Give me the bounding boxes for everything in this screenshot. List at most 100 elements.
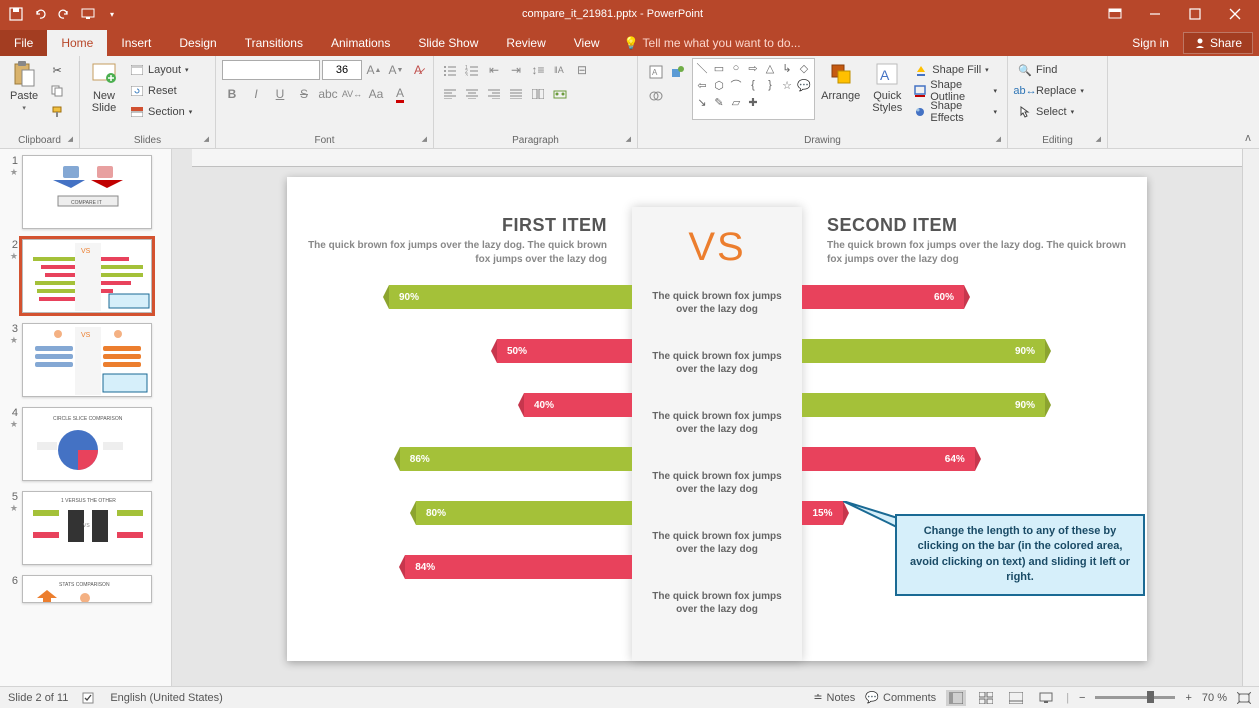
- shape-triangle-icon[interactable]: △: [763, 61, 777, 75]
- left-bar-2[interactable]: 50%: [497, 339, 632, 363]
- shape-connector-icon[interactable]: ↘: [695, 95, 709, 109]
- right-bar-3[interactable]: 90%: [802, 393, 1045, 417]
- zoom-level[interactable]: 70 %: [1202, 692, 1227, 704]
- shape-diamond-icon[interactable]: ◇: [797, 61, 811, 75]
- ribbon-options-icon[interactable]: [1097, 3, 1133, 25]
- zoom-thumb[interactable]: [1147, 691, 1154, 703]
- shape-brace2-icon[interactable]: }: [763, 78, 777, 92]
- shape-parallelogram-icon[interactable]: ▱: [729, 95, 743, 109]
- reset-button[interactable]: Reset: [128, 81, 194, 101]
- merge-shapes-button[interactable]: [646, 86, 666, 106]
- thumbnail-3[interactable]: 3★ VS: [4, 323, 167, 397]
- shape-hex-icon[interactable]: ⬡: [712, 78, 726, 92]
- thumbnail-5[interactable]: 5★ 1 VERSUS THE OTHERVS: [4, 491, 167, 565]
- right-bar-1[interactable]: 60%: [802, 285, 964, 309]
- zoom-in-button[interactable]: +: [1185, 692, 1191, 704]
- quick-styles-button[interactable]: A Quick Styles: [866, 58, 908, 116]
- increase-indent-button[interactable]: ⇥: [506, 60, 526, 80]
- start-from-beginning-icon[interactable]: [80, 6, 96, 22]
- thumbnail-2[interactable]: 2★ VS: [4, 239, 167, 313]
- shape-cross-icon[interactable]: ✚: [746, 95, 760, 109]
- font-color-button[interactable]: A: [390, 84, 410, 104]
- right-bar-2[interactable]: 90%: [802, 339, 1045, 363]
- shape-lconn-icon[interactable]: ↳: [780, 61, 794, 75]
- tab-slideshow[interactable]: Slide Show: [404, 30, 492, 56]
- maximize-icon[interactable]: [1177, 3, 1213, 25]
- tab-animations[interactable]: Animations: [317, 30, 404, 56]
- shape-freeform-icon[interactable]: ✎: [712, 95, 726, 109]
- save-icon[interactable]: [8, 6, 24, 22]
- collapse-ribbon-button[interactable]: ʌ: [1237, 56, 1259, 148]
- shrink-font-button[interactable]: A▼: [386, 60, 406, 80]
- thumbnail-1[interactable]: 1★ COMPARE IT: [4, 155, 167, 229]
- shape-arrow2-icon[interactable]: ⇦: [695, 78, 709, 92]
- left-bar-3[interactable]: 40%: [524, 393, 632, 417]
- notes-button[interactable]: ≐Notes: [813, 691, 855, 704]
- new-slide-button[interactable]: New Slide: [84, 58, 124, 116]
- numbering-button[interactable]: 123: [462, 60, 482, 80]
- center-label-1[interactable]: The quick brown fox jumps over the lazy …: [632, 280, 802, 326]
- slideshow-view-button[interactable]: [1036, 690, 1056, 706]
- bold-button[interactable]: B: [222, 84, 242, 104]
- bullets-button[interactable]: [440, 60, 460, 80]
- shapes-gallery[interactable]: ＼ ▭ ○ ⇨ △ ↳ ◇ ⇦ ⬡ ⌒ { } ☆ 💬 ↘ ✎ ▱ ✚: [692, 58, 815, 120]
- shape-callout-icon[interactable]: 💬: [797, 78, 811, 92]
- normal-view-button[interactable]: [946, 690, 966, 706]
- tab-review[interactable]: Review: [492, 30, 559, 56]
- thumbnail-4[interactable]: 4★ CIRCLE SLICE COMPARISON: [4, 407, 167, 481]
- tab-home[interactable]: Home: [47, 30, 107, 56]
- font-size-input[interactable]: [322, 60, 362, 80]
- align-right-button[interactable]: [484, 84, 504, 104]
- shapes-dropdown-button[interactable]: [668, 62, 688, 82]
- copy-button[interactable]: [48, 81, 66, 101]
- minimize-icon[interactable]: [1137, 3, 1173, 25]
- shape-star-icon[interactable]: ☆: [780, 78, 794, 92]
- left-bar-6[interactable]: 84%: [405, 555, 632, 579]
- vertical-scrollbar[interactable]: [1242, 149, 1259, 686]
- grow-font-button[interactable]: A▲: [364, 60, 384, 80]
- tab-view[interactable]: View: [560, 30, 614, 56]
- slide-counter[interactable]: Slide 2 of 11: [8, 692, 68, 704]
- redo-icon[interactable]: [56, 6, 72, 22]
- underline-button[interactable]: U: [270, 84, 290, 104]
- replace-button[interactable]: ab↔Replace▾: [1016, 81, 1086, 101]
- justify-button[interactable]: [506, 84, 526, 104]
- align-center-button[interactable]: [462, 84, 482, 104]
- left-bar-5[interactable]: 80%: [416, 501, 632, 525]
- right-bar-4[interactable]: 64%: [802, 447, 975, 471]
- sorter-view-button[interactable]: [976, 690, 996, 706]
- align-left-button[interactable]: [440, 84, 460, 104]
- zoom-out-button[interactable]: −: [1079, 692, 1085, 704]
- comments-button[interactable]: 💬Comments: [865, 691, 936, 704]
- format-painter-button[interactable]: [48, 102, 66, 122]
- tab-file[interactable]: File: [0, 30, 47, 56]
- center-label-4[interactable]: The quick brown fox jumps over the lazy …: [632, 460, 802, 506]
- tab-insert[interactable]: Insert: [107, 30, 165, 56]
- select-button[interactable]: Select▾: [1016, 102, 1086, 122]
- shape-oval-icon[interactable]: ○: [729, 61, 743, 75]
- center-label-2[interactable]: The quick brown fox jumps over the lazy …: [632, 340, 802, 386]
- language-status[interactable]: English (United States): [110, 692, 223, 704]
- decrease-indent-button[interactable]: ⇤: [484, 60, 504, 80]
- tab-design[interactable]: Design: [165, 30, 230, 56]
- first-item-header[interactable]: FIRST ITEM The quick brown fox jumps ove…: [307, 215, 607, 267]
- italic-button[interactable]: I: [246, 84, 266, 104]
- font-name-input[interactable]: [222, 60, 320, 80]
- right-bar-5[interactable]: 15%: [802, 501, 843, 525]
- reading-view-button[interactable]: [1006, 690, 1026, 706]
- qat-customize-icon[interactable]: ▾: [104, 6, 120, 22]
- text-direction-button[interactable]: ‖A: [550, 60, 570, 80]
- layout-button[interactable]: Layout▾: [128, 60, 194, 80]
- center-column[interactable]: VS The quick brown fox jumps over the la…: [632, 207, 802, 661]
- second-item-header[interactable]: SECOND ITEM The quick brown fox jumps ov…: [827, 215, 1127, 267]
- sign-in-link[interactable]: Sign in: [1118, 30, 1183, 56]
- section-button[interactable]: Section▾: [128, 102, 194, 122]
- clear-formatting-button[interactable]: A̷: [408, 60, 428, 80]
- shape-arrow-icon[interactable]: ⇨: [746, 61, 760, 75]
- line-spacing-button[interactable]: ↕≡: [528, 60, 548, 80]
- paste-button[interactable]: Paste ▾: [4, 58, 44, 114]
- shape-arc-icon[interactable]: ⌒: [729, 78, 743, 92]
- shape-line-icon[interactable]: ＼: [695, 61, 709, 75]
- textbox-button[interactable]: A: [646, 62, 666, 82]
- shape-fill-button[interactable]: Shape Fill▾: [912, 60, 999, 80]
